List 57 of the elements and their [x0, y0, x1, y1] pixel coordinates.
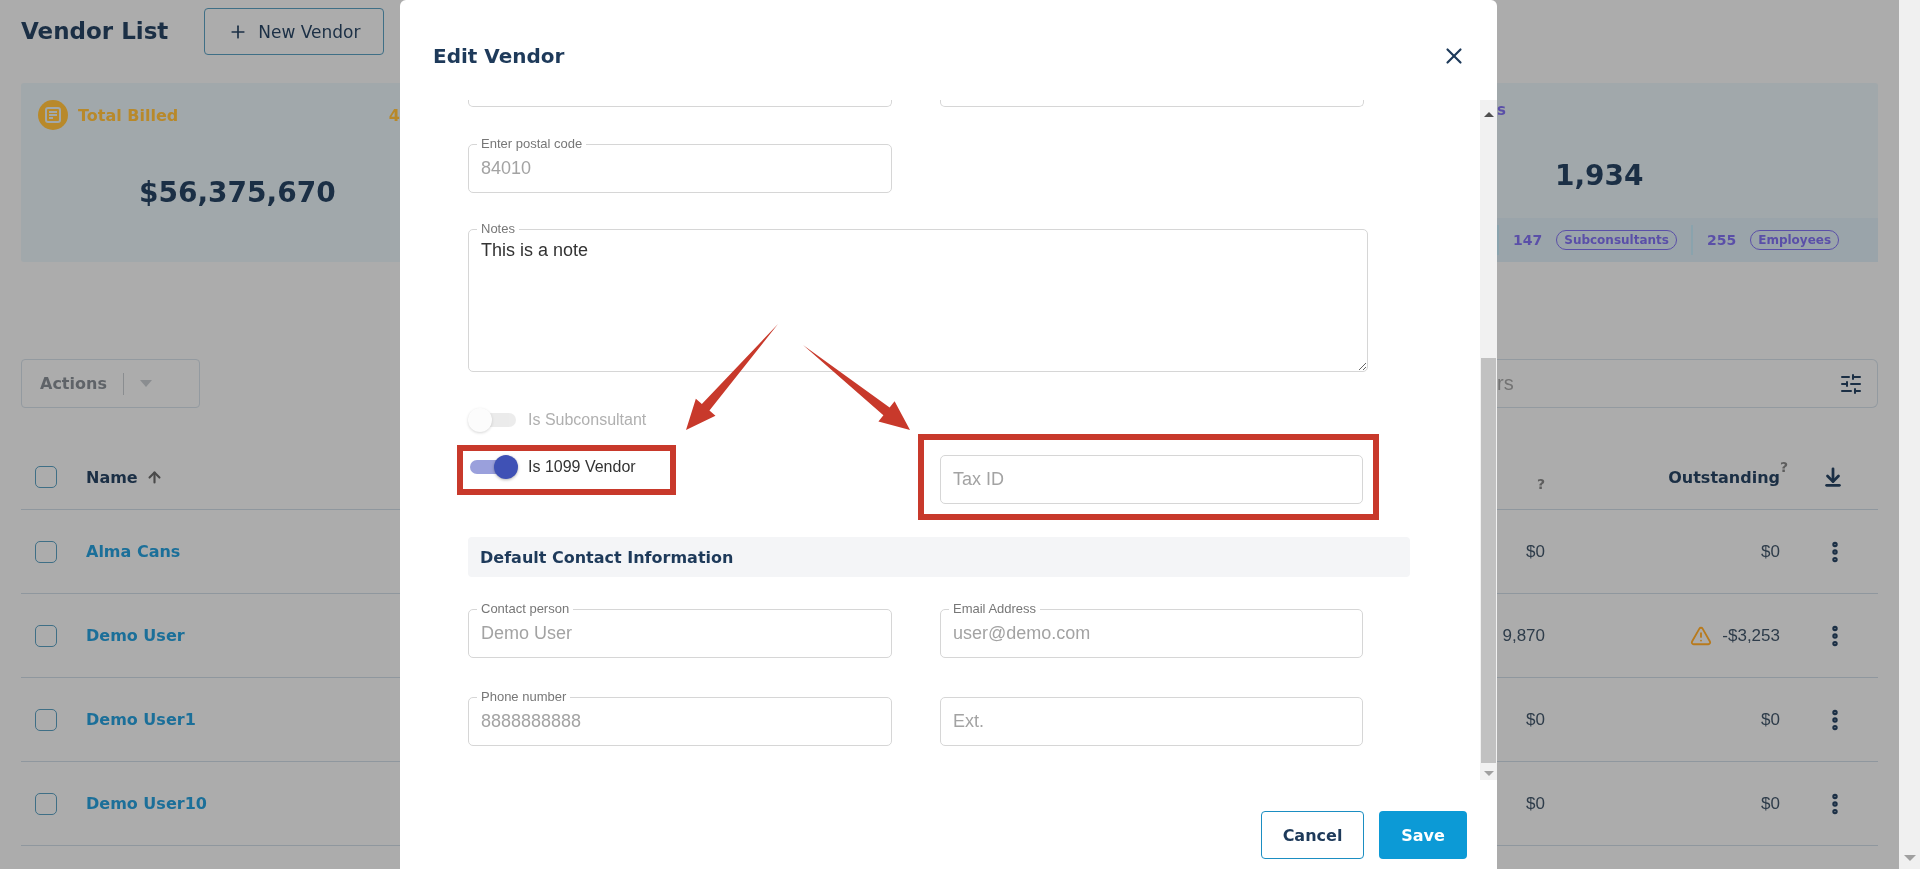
- down-arrow-icon[interactable]: [1483, 771, 1494, 776]
- checkbox[interactable]: [35, 466, 57, 488]
- vendor-link[interactable]: Demo User: [86, 626, 185, 645]
- table-cell: $0: [1526, 541, 1545, 562]
- caret-icon: [139, 380, 152, 387]
- count: 147: [1513, 232, 1543, 248]
- dialog-title: Edit Vendor: [433, 44, 565, 68]
- stat-label: 4: [388, 105, 400, 125]
- table-cell: $0: [1761, 709, 1780, 730]
- vendor-link[interactable]: Demo User1: [86, 710, 196, 729]
- field-label: Email Address: [949, 601, 1041, 616]
- search-field[interactable]: rs: [1497, 359, 1878, 408]
- table-cell: $0: [1526, 709, 1545, 730]
- scrollbar[interactable]: [1480, 100, 1497, 780]
- document-icon: [38, 100, 68, 130]
- table-cell: $0: [1761, 541, 1780, 562]
- page-title: Vendor List: [21, 17, 169, 46]
- stat-value: 1,934: [1554, 159, 1645, 192]
- scrollbar[interactable]: [1899, 0, 1920, 869]
- table-cell: $0: [1761, 793, 1780, 814]
- input-field[interactable]: [468, 100, 892, 107]
- cancel-button[interactable]: Cancel: [1261, 811, 1364, 859]
- warning-icon: [1690, 624, 1713, 647]
- help-icon: ?: [1536, 476, 1545, 492]
- section-title: Default Contact Information: [480, 547, 734, 567]
- count: 255: [1706, 232, 1737, 248]
- stat-value: $56,375,670: [138, 175, 337, 209]
- checkbox[interactable]: [35, 708, 57, 731]
- table-cell: 9,870: [1502, 625, 1545, 646]
- field-label: Contact person: [477, 601, 574, 616]
- table-cell: $0: [1526, 793, 1545, 814]
- toggle-switch[interactable]: [468, 455, 518, 479]
- input-field[interactable]: [940, 100, 1364, 107]
- toggle-label: Is Subconsultant: [528, 411, 647, 429]
- field-label: Enter postal code: [477, 136, 587, 151]
- field-label: Notes: [477, 221, 519, 236]
- up-arrow-icon[interactable]: [1483, 112, 1494, 117]
- vendor-link[interactable]: Alma Cans: [86, 542, 181, 561]
- input-field[interactable]: Ext.: [941, 698, 1362, 745]
- vendor-link[interactable]: Demo User10: [86, 794, 207, 813]
- checkbox[interactable]: [35, 540, 57, 563]
- column-header[interactable]: Name: [86, 467, 138, 487]
- stat-label: s: [1497, 101, 1506, 119]
- filter-icon[interactable]: [1839, 371, 1863, 396]
- field-label: Phone number: [477, 689, 571, 704]
- toggle-label: Is 1099 Vendor: [528, 458, 636, 476]
- save-button[interactable]: Save: [1379, 811, 1467, 859]
- stat-label: Total Billed: [78, 105, 179, 125]
- down-arrow-icon[interactable]: [1903, 855, 1916, 861]
- actions-button[interactable]: Actions: [21, 359, 200, 408]
- column-header[interactable]: Outstanding: [1668, 467, 1780, 487]
- help-icon: ?: [1780, 459, 1789, 475]
- table-cell: -$3,253: [1722, 625, 1780, 646]
- checkbox[interactable]: [35, 624, 57, 647]
- new-vendor-button[interactable]: New Vendor: [204, 8, 385, 55]
- input-field[interactable]: Tax ID: [941, 456, 1362, 503]
- checkbox[interactable]: [35, 792, 57, 815]
